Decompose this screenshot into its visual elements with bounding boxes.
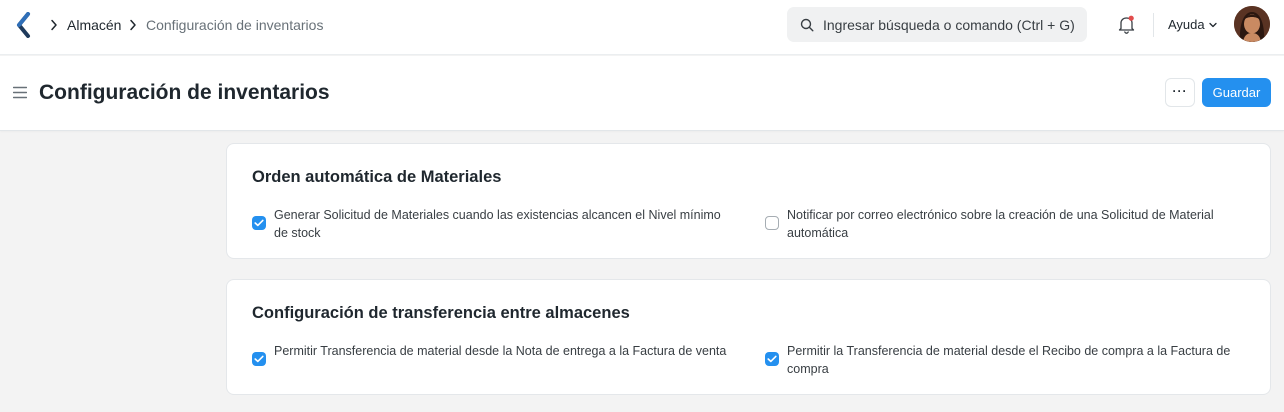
navbar-divider — [1153, 13, 1154, 37]
section-inter-warehouse-transfer: Configuración de transferencia entre alm… — [226, 279, 1271, 395]
bell-icon[interactable] — [1118, 15, 1135, 34]
section-auto-material-request: Orden automática de Materiales Generar S… — [226, 143, 1271, 259]
navbar: Almacén Configuración de inventarios Ing… — [0, 0, 1284, 55]
section-title: Orden automática de Materiales — [252, 168, 502, 186]
breadcrumb-current-page[interactable]: Configuración de inventarios — [146, 16, 323, 34]
field-label: Notificar por correo electrónico sobre l… — [787, 208, 1214, 240]
breadcrumb-almacen[interactable]: Almacén — [67, 16, 121, 34]
chevron-down-icon[interactable] — [1209, 22, 1217, 28]
section-title: Configuración de transferencia entre alm… — [252, 304, 630, 322]
sidebar-toggle-icon[interactable] — [13, 86, 27, 99]
app-logo-icon[interactable] — [15, 12, 33, 38]
search-icon — [800, 18, 814, 32]
help-menu[interactable]: Ayuda — [1168, 17, 1205, 33]
search-bar[interactable]: Ingresar búsqueda o comando (Ctrl + G) — [787, 7, 1087, 42]
checkbox-checked[interactable] — [252, 216, 266, 230]
more-actions-button[interactable]: ··· — [1165, 78, 1195, 107]
checkbox-checked[interactable] — [252, 352, 266, 366]
save-button[interactable]: Guardar — [1202, 78, 1271, 107]
checkbox-unchecked[interactable] — [765, 216, 779, 230]
page-title: Configuración de inventarios — [39, 81, 330, 104]
field-label: Generar Solicitud de Materiales cuando l… — [274, 208, 721, 240]
chevron-right-icon — [51, 19, 57, 31]
avatar[interactable] — [1234, 6, 1270, 42]
checkbox-checked[interactable] — [765, 352, 779, 366]
search-input[interactable]: Ingresar búsqueda o comando (Ctrl + G) — [823, 16, 1075, 34]
field-label: Permitir Transferencia de material desde… — [274, 344, 727, 358]
field-label: Permitir la Transferencia de material de… — [787, 344, 1231, 376]
chevron-right-icon — [130, 19, 136, 31]
page-head: Configuración de inventarios ··· Guardar — [0, 56, 1284, 131]
